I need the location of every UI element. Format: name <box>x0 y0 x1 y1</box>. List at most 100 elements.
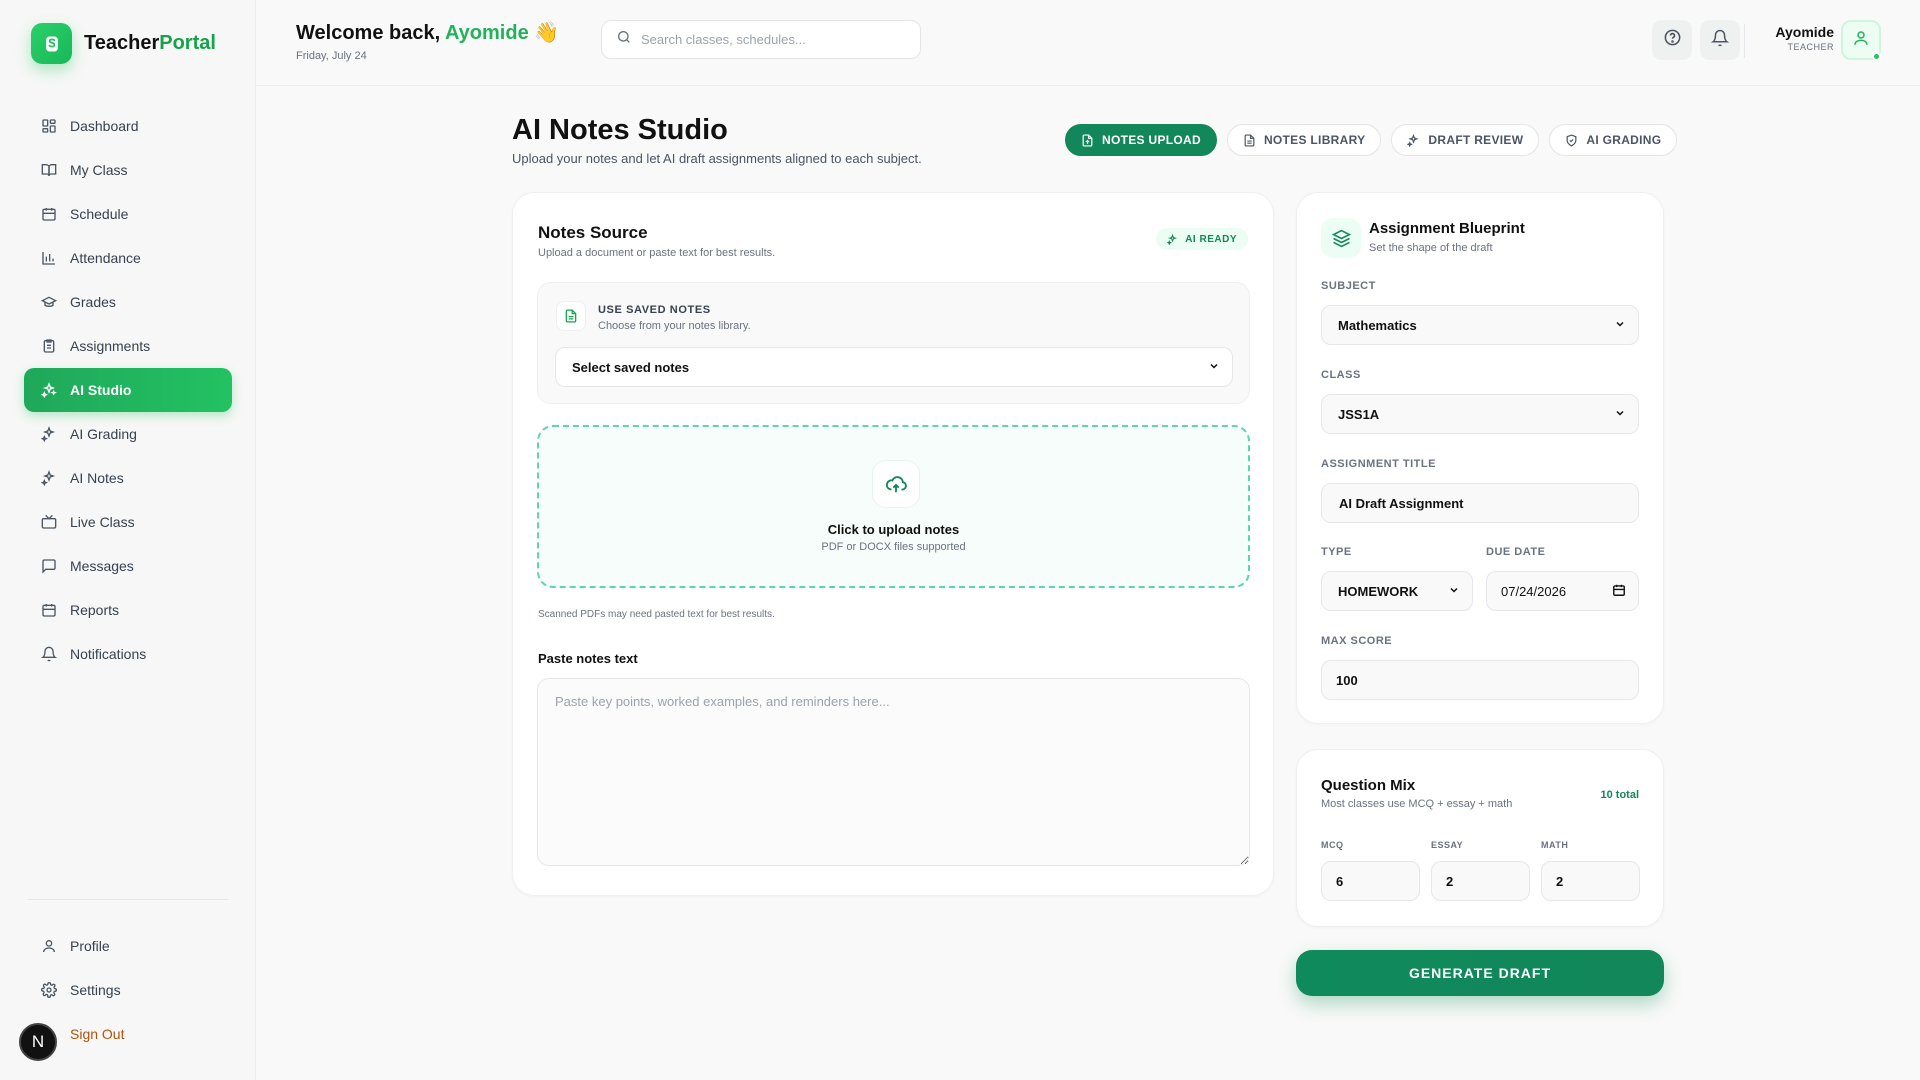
tab-label: DRAFT REVIEW <box>1428 133 1524 147</box>
calendar-icon <box>40 205 58 223</box>
sidebar-item-dashboard[interactable]: Dashboard <box>24 104 232 148</box>
chevron-down-icon <box>1208 360 1220 375</box>
sidebar-item-label: AI Grading <box>70 426 137 442</box>
search-bar[interactable] <box>601 20 921 59</box>
user-role: TEACHER <box>1787 42 1834 52</box>
help-icon <box>1663 28 1682 52</box>
essay-count-input[interactable]: 2 <box>1431 861 1530 901</box>
assignment-title-label: ASSIGNMENT TITLE <box>1321 458 1436 470</box>
sidebar-item-profile[interactable]: Profile <box>24 924 232 968</box>
sidebar-item-live-class[interactable]: Live Class <box>24 500 232 544</box>
card-title: Question Mix <box>1321 777 1416 794</box>
generate-draft-button[interactable]: GENERATE DRAFT <box>1296 950 1664 996</box>
user-name: Ayomide <box>1775 24 1834 40</box>
card-subtitle: Upload a document or paste text for best… <box>538 247 776 259</box>
math-label: MATH <box>1541 840 1569 850</box>
card-subtitle: Set the shape of the draft <box>1369 242 1493 254</box>
help-button[interactable] <box>1652 20 1692 60</box>
book-icon <box>40 161 58 179</box>
search-input[interactable] <box>641 32 901 47</box>
chevron-down-icon <box>1614 318 1626 333</box>
assignment-blueprint-card: Assignment Blueprint Set the shape of th… <box>1296 192 1664 724</box>
sidebar-item-label: Attendance <box>70 250 141 266</box>
mcq-count-input[interactable]: 6 <box>1321 861 1420 901</box>
sidebar-item-assignments[interactable]: Assignments <box>24 324 232 368</box>
gear-icon <box>40 981 58 999</box>
tab-ai-grading[interactable]: AI GRADING <box>1549 124 1678 156</box>
card-title: Assignment Blueprint <box>1369 220 1525 237</box>
mcq-label: MCQ <box>1321 840 1344 850</box>
tv-icon <box>40 513 58 531</box>
sidebar-item-schedule[interactable]: Schedule <box>24 192 232 236</box>
message-icon <box>40 557 58 575</box>
sidebar-item-ai-studio[interactable]: AI Studio <box>24 368 232 412</box>
sidebar-item-label: Messages <box>70 558 134 574</box>
sidebar-item-reports[interactable]: Reports <box>24 588 232 632</box>
search-icon <box>616 29 632 50</box>
tab-notes-library[interactable]: NOTES LIBRARY <box>1226 124 1382 156</box>
shield-check-icon <box>1565 133 1578 147</box>
subject-label: SUBJECT <box>1321 280 1376 292</box>
select-value: Mathematics <box>1338 317 1417 333</box>
saved-notes-subtitle: Choose from your notes library. <box>598 320 751 332</box>
dashboard-icon <box>40 117 58 135</box>
user-icon <box>1852 29 1870 52</box>
paste-notes-textarea[interactable] <box>537 678 1250 866</box>
tab-notes-upload[interactable]: NOTES UPLOAD <box>1065 124 1217 156</box>
sidebar-item-notifications[interactable]: Notifications <box>24 632 232 676</box>
max-score-label: MAX SCORE <box>1321 635 1393 647</box>
paste-label: Paste notes text <box>538 651 638 666</box>
sidebar-item-label: AI Studio <box>70 382 132 398</box>
question-total: 10 total <box>1600 789 1639 801</box>
notifications-button[interactable] <box>1700 20 1740 60</box>
tab-draft-review[interactable]: DRAFT REVIEW <box>1391 124 1540 156</box>
card-subtitle: Most classes use MCQ + essay + math <box>1321 798 1513 810</box>
sidebar-item-my-class[interactable]: My Class <box>24 148 232 192</box>
sparkles-icon <box>40 425 58 443</box>
assignment-title-input[interactable]: AI Draft Assignment <box>1321 483 1639 523</box>
studio-tabs: NOTES UPLOAD NOTES LIBRARY DRAFT REVIEW … <box>1065 124 1678 156</box>
sidebar-item-attendance[interactable]: Attendance <box>24 236 232 280</box>
type-label: TYPE <box>1321 546 1352 558</box>
chevron-down-icon <box>1614 407 1626 422</box>
question-mix-card: Question Mix Most classes use MCQ + essa… <box>1296 749 1664 927</box>
select-value: JSS1A <box>1338 406 1380 422</box>
due-date-input[interactable]: 07/24/2026 <box>1486 571 1639 611</box>
select-value: HOMEWORK <box>1338 583 1419 599</box>
welcome-title: Welcome back, Ayomide 👋 <box>296 22 560 44</box>
sidebar-item-settings[interactable]: Settings <box>24 968 232 1012</box>
sidebar-item-grades[interactable]: Grades <box>24 280 232 324</box>
sidebar-item-ai-notes[interactable]: AI Notes <box>24 456 232 500</box>
logo-icon <box>31 23 72 64</box>
upload-subtitle: PDF or DOCX files supported <box>821 541 966 553</box>
header-divider <box>1744 24 1745 58</box>
avatar[interactable]: N <box>19 1023 57 1061</box>
tab-label: NOTES UPLOAD <box>1102 133 1201 147</box>
sidebar-nav: Dashboard My Class Schedule Attendance G… <box>24 104 232 676</box>
math-count-input[interactable]: 2 <box>1541 861 1640 901</box>
subject-select[interactable]: Mathematics <box>1321 305 1639 345</box>
online-status-dot <box>1872 52 1881 61</box>
sidebar-item-messages[interactable]: Messages <box>24 544 232 588</box>
sidebar-item-label: Notifications <box>70 646 147 662</box>
type-select[interactable]: HOMEWORK <box>1321 571 1473 611</box>
sidebar-item-ai-grading[interactable]: AI Grading <box>24 412 232 456</box>
saved-notes-panel: USE SAVED NOTES Choose from your notes l… <box>537 282 1250 404</box>
top-header: Welcome back, Ayomide 👋 Friday, July 24 … <box>256 0 1920 86</box>
sidebar-item-label: Settings <box>70 982 121 998</box>
page-title: AI Notes Studio <box>512 114 728 146</box>
brand-logo[interactable]: TeacherPortal <box>31 23 216 64</box>
upload-dropzone[interactable]: Click to upload notes PDF or DOCX files … <box>537 425 1250 588</box>
saved-notes-select[interactable]: Select saved notes <box>555 347 1233 387</box>
max-score-input[interactable]: 100 <box>1321 660 1639 700</box>
essay-label: ESSAY <box>1431 840 1464 850</box>
sparkles-icon <box>1167 233 1178 245</box>
class-select[interactable]: JSS1A <box>1321 394 1639 434</box>
upload-title: Click to upload notes <box>827 522 960 537</box>
graduation-cap-icon <box>40 293 58 311</box>
select-value: Select saved notes <box>572 359 690 375</box>
notes-source-card: Notes Source Upload a document or paste … <box>512 192 1274 896</box>
wave-emoji: 👋 <box>534 22 560 44</box>
upload-hint: Scanned PDFs may need pasted text for be… <box>538 609 775 620</box>
bell-icon <box>1710 29 1730 52</box>
